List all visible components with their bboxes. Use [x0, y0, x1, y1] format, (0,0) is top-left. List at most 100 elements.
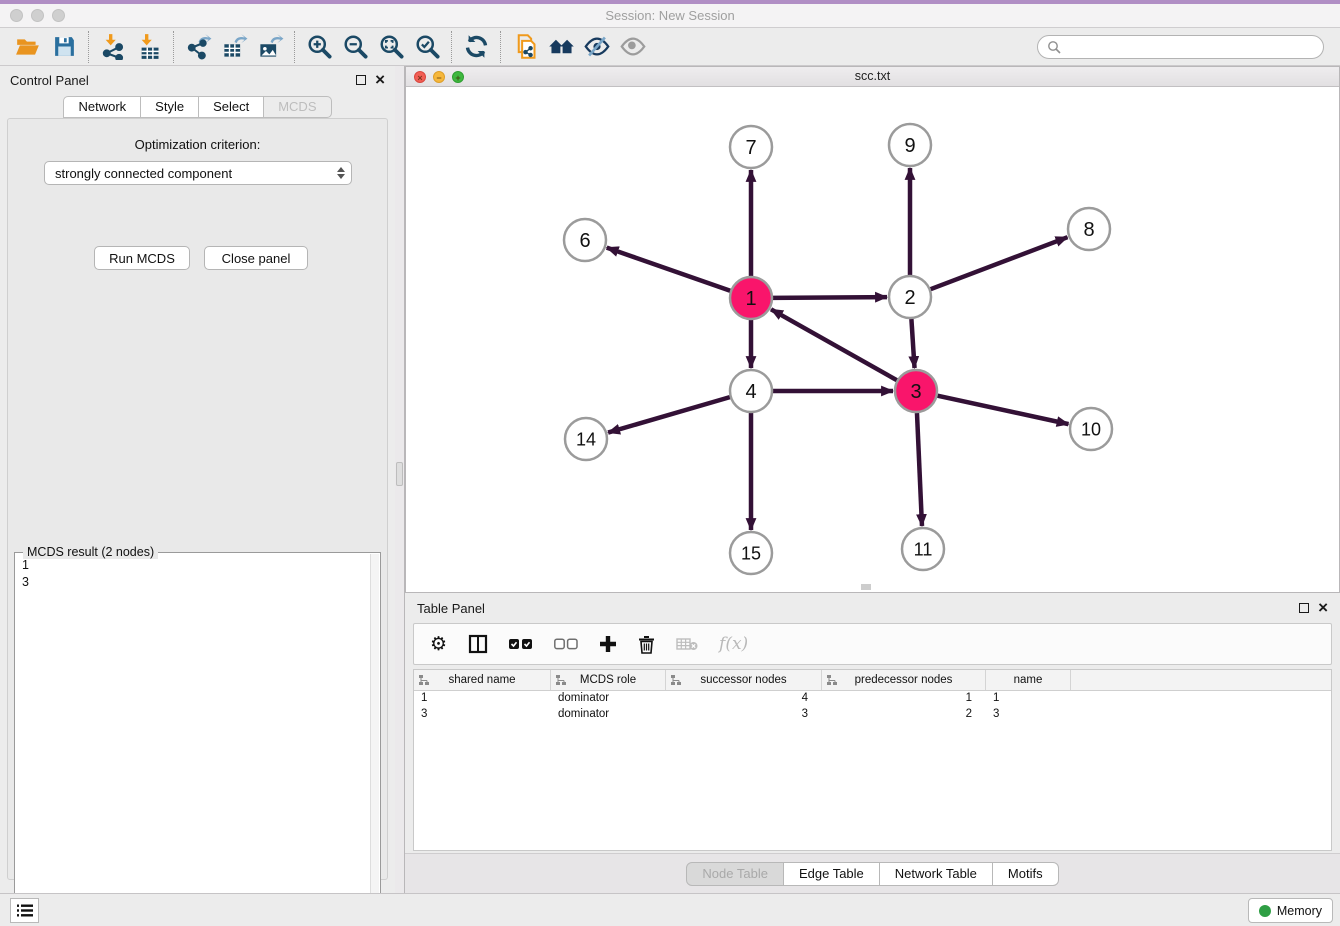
delete-table-button[interactable]: [676, 637, 698, 651]
edge-3-1[interactable]: [771, 309, 897, 380]
edge-3-11[interactable]: [917, 413, 922, 526]
node-2[interactable]: 2: [889, 276, 931, 318]
node-4[interactable]: 4: [730, 370, 772, 412]
close-table-panel-icon[interactable]: ×: [1318, 603, 1328, 613]
column-header-successor-nodes[interactable]: successor nodes: [666, 670, 822, 690]
export-image-button[interactable]: [252, 31, 288, 63]
node-10[interactable]: 10: [1070, 408, 1112, 450]
open-session-button[interactable]: [10, 31, 46, 63]
close-panel-button[interactable]: Close panel: [204, 246, 308, 270]
clone-network-button[interactable]: [507, 31, 543, 63]
main-toolbar: [0, 28, 1340, 66]
network-minimize-button[interactable]: −: [433, 71, 445, 83]
table-settings-button[interactable]: ⚙: [430, 633, 447, 655]
network-maximize-button[interactable]: +: [452, 71, 464, 83]
save-disk-icon: [52, 34, 77, 59]
minimize-window-button[interactable]: [31, 9, 44, 22]
node-table: shared name MCDS role successor nodes pr…: [413, 669, 1332, 851]
node-11[interactable]: 11: [902, 528, 944, 570]
optimization-criterion-label: Optimization criterion:: [8, 137, 387, 152]
window-controls[interactable]: [10, 9, 65, 22]
deselect-all-button[interactable]: [554, 638, 578, 650]
node-14[interactable]: 14: [565, 418, 607, 460]
tab-edge-table[interactable]: Edge Table: [784, 862, 880, 886]
zoom-in-button[interactable]: [301, 31, 337, 63]
criterion-dropdown[interactable]: strongly connected component: [44, 161, 352, 185]
tab-select[interactable]: Select: [199, 96, 264, 118]
node-6[interactable]: 6: [564, 219, 606, 261]
edge-3-10[interactable]: [937, 396, 1068, 424]
mcds-panel: Optimization criterion: strongly connect…: [7, 118, 388, 880]
function-builder-button[interactable]: f(x): [719, 634, 748, 654]
run-mcds-button[interactable]: Run MCDS: [94, 246, 190, 270]
criterion-value: strongly connected component: [55, 166, 232, 181]
panel-divider[interactable]: [395, 66, 405, 893]
home-button[interactable]: [543, 31, 579, 63]
status-bar: Memory: [0, 893, 1340, 926]
column-visibility-button[interactable]: [468, 634, 488, 654]
network-view-window: × − + scc.txt 7 9 6 8 1 2 4 3 14 10 15 11: [405, 66, 1340, 593]
node-8[interactable]: 8: [1068, 208, 1110, 250]
tab-mcds[interactable]: MCDS: [264, 96, 331, 118]
search-input[interactable]: [1062, 37, 1315, 57]
svg-text:2: 2: [904, 287, 915, 309]
tab-node-table[interactable]: Node Table: [686, 862, 784, 886]
edge-1-6[interactable]: [607, 248, 731, 291]
network-canvas[interactable]: 7 9 6 8 1 2 4 3 14 10 15 11: [406, 87, 1339, 592]
column-header-shared-name[interactable]: shared name: [414, 670, 551, 690]
save-session-button[interactable]: [46, 31, 82, 63]
hide-graphics-details-button[interactable]: [579, 31, 615, 63]
search-box[interactable]: [1037, 35, 1324, 59]
memory-label: Memory: [1277, 904, 1322, 918]
tab-motifs[interactable]: Motifs: [993, 862, 1059, 886]
node-7[interactable]: 7: [730, 126, 772, 168]
add-column-button[interactable]: [599, 635, 617, 653]
result-scrollbar[interactable]: [370, 554, 379, 922]
edge-2-8[interactable]: [931, 237, 1068, 289]
close-window-button[interactable]: [10, 9, 23, 22]
node-1[interactable]: 1: [730, 277, 772, 319]
table-row[interactable]: 3 dominator 3 2 3: [414, 707, 1331, 723]
tab-style[interactable]: Style: [141, 96, 199, 118]
mcds-result-text[interactable]: 1 3: [17, 557, 368, 921]
import-table-button[interactable]: [131, 31, 167, 63]
tab-network-table[interactable]: Network Table: [880, 862, 993, 886]
node-3[interactable]: 3: [895, 370, 937, 412]
memory-button[interactable]: Memory: [1248, 898, 1333, 923]
homes-icon: [547, 33, 576, 60]
import-network-button[interactable]: [95, 31, 131, 63]
column-header-name[interactable]: name: [986, 670, 1071, 690]
task-history-button[interactable]: [10, 898, 39, 923]
zoom-selected-button[interactable]: [409, 31, 445, 63]
table-header-row: shared name MCDS role successor nodes pr…: [414, 670, 1331, 691]
node-9[interactable]: 9: [889, 124, 931, 166]
column-header-mcds-role[interactable]: MCDS role: [551, 670, 666, 690]
close-panel-icon[interactable]: ×: [375, 75, 385, 85]
table-row[interactable]: 1 dominator 4 1 1: [414, 691, 1331, 707]
network-close-button[interactable]: ×: [414, 71, 426, 83]
zoom-out-button[interactable]: [337, 31, 373, 63]
divider-handle-icon[interactable]: [396, 462, 403, 486]
show-graphics-details-button[interactable]: [615, 31, 651, 63]
mcds-result-box: MCDS result (2 nodes) 1 3: [14, 552, 381, 924]
edge-4-14[interactable]: [608, 397, 730, 432]
network-window-titlebar[interactable]: × − + scc.txt: [406, 67, 1339, 87]
maximize-window-button[interactable]: [52, 9, 65, 22]
float-table-panel-icon[interactable]: [1299, 603, 1309, 613]
export-table-button[interactable]: [216, 31, 252, 63]
export-network-button[interactable]: [180, 31, 216, 63]
delete-column-button[interactable]: [638, 635, 655, 654]
columns-icon: [468, 634, 488, 654]
edge-2-3[interactable]: [911, 319, 914, 368]
tab-network[interactable]: Network: [63, 96, 141, 118]
canvas-hscroll-thumb[interactable]: [861, 584, 871, 590]
select-all-button[interactable]: [509, 638, 533, 650]
apply-layout-button[interactable]: [458, 31, 494, 63]
column-header-predecessor-nodes[interactable]: predecessor nodes: [822, 670, 986, 690]
toolbar-separator: [173, 31, 174, 63]
edge-1-2[interactable]: [773, 297, 887, 298]
float-panel-icon[interactable]: [356, 75, 366, 85]
svg-text:4: 4: [745, 381, 756, 403]
node-15[interactable]: 15: [730, 532, 772, 574]
zoom-fit-button[interactable]: [373, 31, 409, 63]
